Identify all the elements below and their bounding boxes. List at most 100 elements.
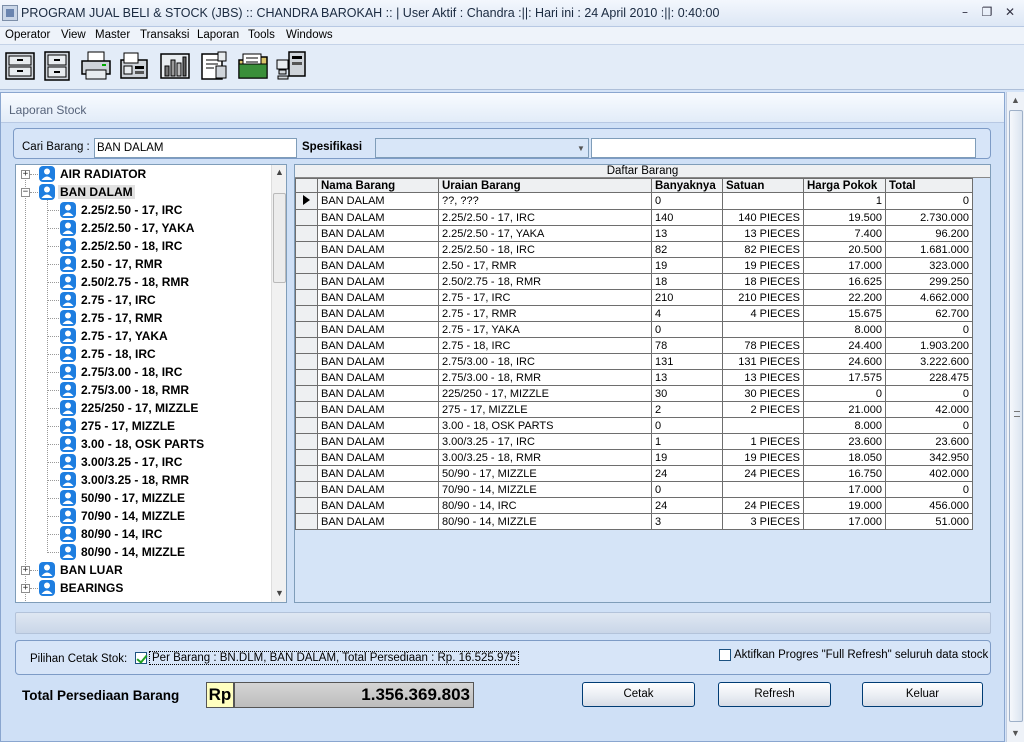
menu-view[interactable]: View <box>61 29 86 41</box>
table-cell[interactable]: 228.475 <box>885 369 973 386</box>
table-cell[interactable]: 2 PIECES <box>722 401 804 418</box>
row-indicator[interactable] <box>295 449 318 466</box>
table-cell[interactable]: 0 <box>885 481 973 498</box>
col-header-nama[interactable]: Nama Barang <box>317 178 439 193</box>
table-row[interactable]: BAN DALAM 2.25/2.50 - 17, YAKA 13 13 PIECES… <box>295 225 973 242</box>
table-cell[interactable]: 19.000 <box>803 497 886 514</box>
table-cell[interactable]: 13 PIECES <box>722 369 804 386</box>
table-cell[interactable]: 1 <box>803 192 886 210</box>
print-button[interactable]: Cetak <box>582 682 695 707</box>
col-header-harga[interactable]: Harga Pokok <box>803 178 886 193</box>
menu-windows[interactable]: Windows <box>286 29 333 41</box>
row-indicator[interactable] <box>295 337 318 354</box>
table-cell[interactable]: 275 - 17, MIZZLE <box>438 401 652 418</box>
spec-dropdown[interactable] <box>375 138 589 158</box>
table-cell[interactable]: 1.681.000 <box>885 241 973 258</box>
table-row[interactable]: BAN DALAM 2.25/2.50 - 17, IRC 140 140 PIECE… <box>295 209 973 226</box>
menu-transaksi[interactable]: Transaksi <box>140 29 189 41</box>
table-cell[interactable]: 131 PIECES <box>722 353 804 370</box>
spec-text-input[interactable] <box>591 138 976 158</box>
row-indicator[interactable] <box>295 465 318 482</box>
table-cell[interactable]: BAN DALAM <box>317 401 439 418</box>
table-row[interactable]: BAN DALAM 3.00/3.25 - 17, IRC 1 1 PIECES 23.… <box>295 433 973 450</box>
table-row[interactable]: BAN DALAM 3.00 - 18, OSK PARTS 0 8.000 0 <box>295 417 973 434</box>
table-cell[interactable]: 1 PIECES <box>722 433 804 450</box>
table-cell[interactable]: BAN DALAM <box>317 481 439 498</box>
table-row[interactable]: BAN DALAM 225/250 - 17, MIZZLE 30 30 PIECES… <box>295 385 973 402</box>
table-cell[interactable]: 402.000 <box>885 465 973 482</box>
menu-master[interactable]: Master <box>95 29 130 41</box>
row-indicator[interactable] <box>295 433 318 450</box>
table-cell[interactable]: 42.000 <box>885 401 973 418</box>
report-icon[interactable] <box>198 50 230 82</box>
table-cell[interactable]: 30 PIECES <box>722 385 804 402</box>
table-cell[interactable]: 2.75 - 18, IRC <box>438 337 652 354</box>
table-cell[interactable]: 19.500 <box>803 209 886 226</box>
expand-icon[interactable]: + <box>21 170 30 179</box>
table-cell[interactable]: 3.00/3.25 - 18, RMR <box>438 449 652 466</box>
exit-button[interactable]: Keluar <box>862 682 983 707</box>
horizontal-scrollbar[interactable] <box>15 612 991 634</box>
table-cell[interactable]: 0 <box>651 192 723 210</box>
table-cell[interactable]: 17.000 <box>803 257 886 274</box>
table-row[interactable]: BAN DALAM 2.75 - 17, RMR 4 4 PIECES 15.675 62… <box>295 305 973 322</box>
table-cell[interactable]: 50/90 - 17, MIZZLE <box>438 465 652 482</box>
col-header-banyaknya[interactable]: Banyaknya <box>651 178 723 193</box>
table-cell[interactable]: 2.50 - 17, RMR <box>438 257 652 274</box>
table-row[interactable]: BAN DALAM 70/90 - 14, MIZZLE 0 17.000 0 <box>295 481 973 498</box>
col-header-satuan[interactable]: Satuan <box>722 178 804 193</box>
table-cell[interactable]: 23.600 <box>803 433 886 450</box>
table-cell[interactable]: 24.400 <box>803 337 886 354</box>
table-cell[interactable]: 3 PIECES <box>722 513 804 530</box>
table-cell[interactable]: 8.000 <box>803 321 886 338</box>
folder-icon[interactable] <box>237 50 269 82</box>
per-barang-label[interactable]: Per Barang : BN.DLM, BAN DALAM, Total Pe… <box>149 651 520 665</box>
menu-operator[interactable]: Operator <box>5 29 50 41</box>
table-cell[interactable]: 16.625 <box>803 273 886 290</box>
chevron-down-icon[interactable]: ▼ <box>577 144 585 153</box>
table-row[interactable]: BAN DALAM 50/90 - 17, MIZZLE 24 24 PIECES 16… <box>295 465 973 482</box>
menu-laporan[interactable]: Laporan <box>197 29 239 41</box>
table-cell[interactable]: 1 <box>651 433 723 450</box>
restore-icon[interactable]: ❐ <box>980 6 994 18</box>
table-cell[interactable]: 140 PIECES <box>722 209 804 226</box>
table-cell[interactable]: 7.400 <box>803 225 886 242</box>
table-cell[interactable] <box>722 481 804 498</box>
table-cell[interactable]: 2.730.000 <box>885 209 973 226</box>
row-indicator[interactable] <box>295 513 318 530</box>
table-cell[interactable]: BAN DALAM <box>317 513 439 530</box>
table-cell[interactable]: 210 <box>651 289 723 306</box>
table-cell[interactable]: 2 <box>651 401 723 418</box>
row-indicator[interactable] <box>295 209 318 226</box>
table-cell[interactable]: 140 <box>651 209 723 226</box>
table-cell[interactable]: 96.200 <box>885 225 973 242</box>
table-cell[interactable]: 0 <box>803 385 886 402</box>
table-cell[interactable]: 17.000 <box>803 481 886 498</box>
table-cell[interactable]: BAN DALAM <box>317 192 439 210</box>
table-cell[interactable]: 2.75 - 17, IRC <box>438 289 652 306</box>
row-indicator[interactable] <box>295 305 318 322</box>
table-cell[interactable]: 20.500 <box>803 241 886 258</box>
table-cell[interactable]: 0 <box>885 385 973 402</box>
table-cell[interactable]: 3.00/3.25 - 17, IRC <box>438 433 652 450</box>
table-cell[interactable]: BAN DALAM <box>317 257 439 274</box>
chart-icon[interactable] <box>159 50 191 82</box>
table-cell[interactable]: 0 <box>885 192 973 210</box>
row-indicator[interactable] <box>295 353 318 370</box>
table-cell[interactable]: 2.75 - 17, RMR <box>438 305 652 322</box>
app-icon[interactable] <box>2 5 18 21</box>
scroll-down-icon[interactable]: ▼ <box>275 588 284 598</box>
network-icon[interactable] <box>275 50 307 82</box>
scroll-up-icon[interactable]: ▲ <box>1011 95 1020 105</box>
table-cell[interactable]: 2.25/2.50 - 17, IRC <box>438 209 652 226</box>
table-cell[interactable]: 21.000 <box>803 401 886 418</box>
row-indicator[interactable] <box>295 401 318 418</box>
table-cell[interactable]: 4 PIECES <box>722 305 804 322</box>
table-cell[interactable]: 19 <box>651 257 723 274</box>
table-cell[interactable]: 24 <box>651 465 723 482</box>
table-cell[interactable]: 24.600 <box>803 353 886 370</box>
table-cell[interactable]: 2.25/2.50 - 17, YAKA <box>438 225 652 242</box>
table-cell[interactable]: 19 PIECES <box>722 257 804 274</box>
table-cell[interactable]: 2.75/3.00 - 18, IRC <box>438 353 652 370</box>
table-cell[interactable]: 24 <box>651 497 723 514</box>
